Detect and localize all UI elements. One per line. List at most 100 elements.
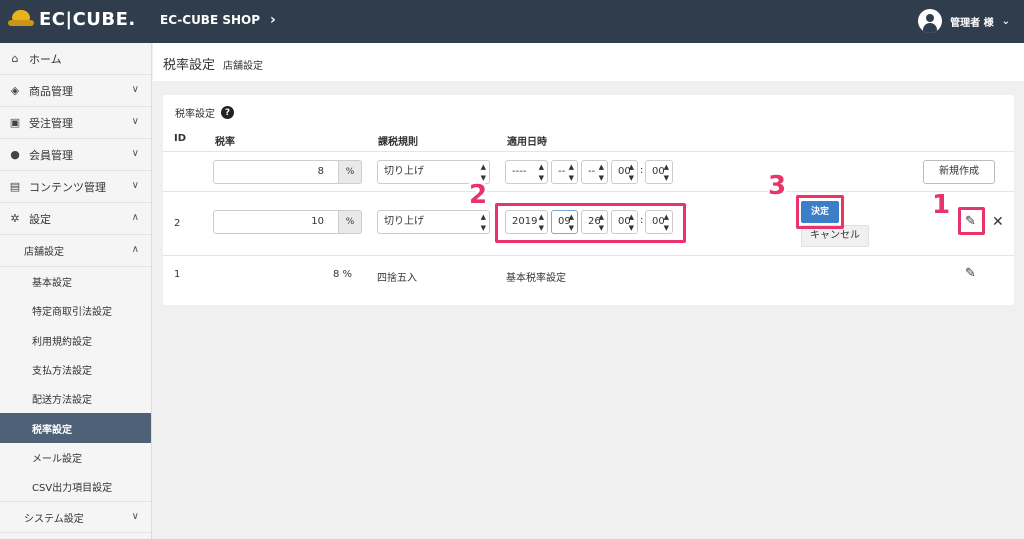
chevron-down-icon: ⌄ [1001,15,1010,27]
sidebar-item-label: 配送方法設定 [32,395,92,407]
ec-cube-logo[interactable]: EC|CUBE. [8,9,136,30]
sidebar-item-label: 店舗設定 [24,247,64,258]
new-day-select[interactable]: -- ▲ ▼ [581,160,608,184]
sidebar: ⌂ ホーム ◈ 商品管理 ∨ ▣ 受注管理 ∨ ● 会員管理 ∨ ▤ コンテンツ… [0,43,152,539]
sidebar-item-csv[interactable]: CSV出力項目設定 [0,472,151,501]
sidebar-item-delivery[interactable]: 配送方法設定 [0,384,151,413]
chevron-down-icon: ∨ [131,116,139,127]
select-arrows-icon: ▲ ▼ [538,163,544,182]
gear-icon: ✲ [10,212,20,225]
confirm-highlight-box [796,195,844,229]
date-highlight-box [495,203,686,243]
user-menu[interactable]: 管理者 様 ⌄ [918,9,1010,33]
shop-name: EC-CUBE SHOP [160,13,261,27]
step-number-2: 2 [469,180,488,210]
chevron-down-icon: ∨ [131,84,139,95]
sidebar-item-terms[interactable]: 利用規約設定 [0,326,151,355]
sidebar-item-payment[interactable]: 支払方法設定 [0,355,151,384]
edit-pencil-icon[interactable]: ✎ [965,266,976,281]
new-rate-input-group: 8 % [213,160,362,184]
user-name: 管理者 様 [950,17,994,29]
sidebar-item-label: 基本設定 [32,278,72,290]
edit-rule-value: 切り上げ [384,216,424,227]
step-number-1: 1 [932,190,951,220]
sidebar-item-label: コンテンツ管理 [29,180,106,194]
select-arrows-icon: ▲ ▼ [480,213,486,232]
sidebar-item-label: CSV出力項目設定 [32,483,113,495]
divider [163,255,1014,256]
sidebar-item-label: 利用規約設定 [32,336,92,348]
sidebar-item-label: 支払方法設定 [32,366,92,378]
home-icon: ⌂ [11,52,19,65]
file-icon: ▤ [9,180,21,193]
column-header-rule: 課税規則 [378,137,418,148]
new-day-value: -- [588,166,596,177]
sidebar-item-label: 設定 [29,212,51,226]
divider [163,151,1014,152]
page-title: 税率設定 店舗設定 [163,54,263,73]
page-title-bar: 税率設定 店舗設定 [153,43,1024,81]
column-header-id: ID [174,133,187,144]
select-arrows-icon: ▲ ▼ [598,163,604,182]
sidebar-item-system-settings[interactable]: システム設定 ∨ [0,501,151,534]
base-row-rule: 四捨五入 [377,273,417,284]
edit-highlight-box [958,207,985,235]
sidebar-item-store-settings[interactable]: 店舗設定 ∧ [0,235,151,267]
sidebar-item-label: 商品管理 [29,84,73,98]
column-header-rate: 税率 [215,137,235,148]
new-rule-value: 切り上げ [384,166,424,177]
sidebar-item-label: 特定商取引法設定 [32,307,112,319]
sidebar-item-settings[interactable]: ✲ 設定 ∧ [0,203,151,235]
chevron-up-icon: ∧ [131,244,139,255]
base-row-rate: 8 % [333,269,353,280]
time-separator: : [640,165,644,176]
chevron-down-icon: ∨ [131,148,139,159]
sidebar-item-label: システム設定 [24,513,84,525]
sidebar-item-label: 会員管理 [29,148,73,162]
hat-logo-icon [8,9,34,30]
new-month-select[interactable]: -- ▲ ▼ [551,160,578,184]
box-icon: ◈ [10,84,20,97]
base-row-id: 1 [174,269,181,280]
edit-rate-input[interactable]: 10 [213,210,339,234]
logo-text: EC|CUBE. [39,9,136,30]
select-arrows-icon: ▲ ▼ [628,163,634,182]
sidebar-item-label: 税率設定 [32,424,72,436]
new-month-value: -- [558,166,566,177]
shop-link[interactable]: EC-CUBE SHOP › [160,12,276,28]
sidebar-item-customers[interactable]: ● 会員管理 ∨ [0,139,151,171]
create-button[interactable]: 新規作成 [923,160,995,184]
sidebar-item-label: メール設定 [32,453,82,465]
users-icon: ● [10,148,20,161]
sidebar-item-tax[interactable]: 税率設定 [0,413,151,443]
sidebar-item-basic[interactable]: 基本設定 [0,267,151,296]
sidebar-item-tokushoho[interactable]: 特定商取引法設定 [0,296,151,325]
select-arrows-icon: ▲ ▼ [568,163,574,182]
app-header: EC|CUBE. EC-CUBE SHOP › 管理者 様 ⌄ [0,0,1024,43]
edit-rule-select[interactable]: 切り上げ ▲ ▼ [377,210,490,234]
card-title-text: 税率設定 [175,109,215,120]
tax-rate-card: 税率設定 ? ID 税率 課税規則 適用日時 8 % 切り上げ ▲ ▼ ---- … [163,95,1014,305]
chevron-down-icon: ∨ [131,180,139,191]
chevron-up-icon: ∧ [131,212,139,223]
sidebar-item-mail[interactable]: メール設定 [0,443,151,472]
sidebar-item-label: 受注管理 [29,116,73,130]
new-year-select[interactable]: ---- ▲ ▼ [505,160,548,184]
sidebar-item-home[interactable]: ⌂ ホーム [0,43,151,75]
sidebar-item-contents[interactable]: ▤ コンテンツ管理 ∨ [0,171,151,203]
sidebar-item-orders[interactable]: ▣ 受注管理 ∨ [0,107,151,139]
close-icon[interactable]: ✕ [992,214,1004,230]
new-minute-select[interactable]: 00 ▲ ▼ [645,160,673,184]
edit-row-id: 2 [174,218,181,229]
chevron-down-icon: ∨ [131,511,139,523]
percent-addon: % [339,210,362,234]
percent-addon: % [339,160,362,184]
base-row-applied: 基本税率設定 [506,273,566,284]
new-rate-input[interactable]: 8 [213,160,339,184]
new-hour-select[interactable]: 00 ▲ ▼ [611,160,638,184]
divider [163,191,1014,192]
cart-icon: ▣ [9,116,21,129]
help-icon[interactable]: ? [221,106,234,119]
page-title-text: 税率設定 [163,58,216,73]
sidebar-item-products[interactable]: ◈ 商品管理 ∨ [0,75,151,107]
